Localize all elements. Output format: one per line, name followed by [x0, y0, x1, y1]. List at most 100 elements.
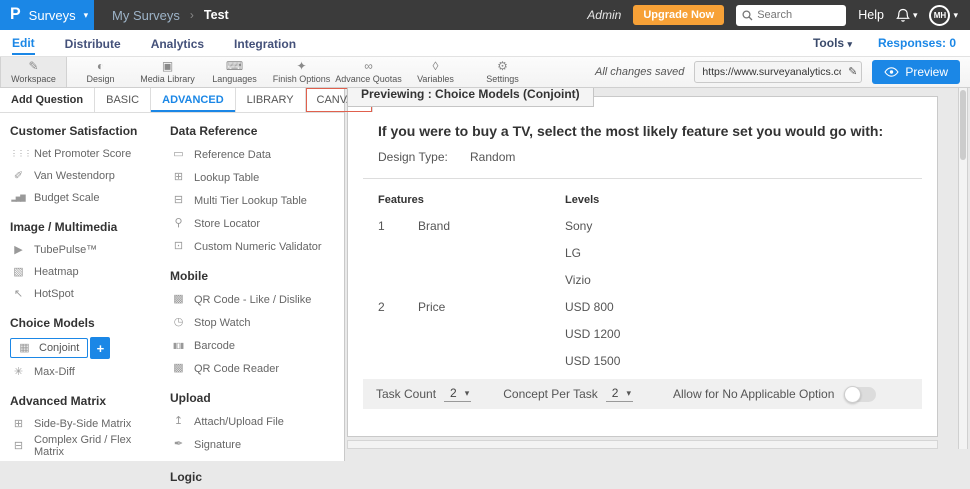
chevron-down-icon: ▾: [953, 11, 958, 20]
search-input[interactable]: [757, 9, 837, 21]
hotspot-icon: ↖: [10, 289, 26, 300]
reference-data-icon: ▭: [170, 149, 186, 160]
question-types-column-2: Data Reference ▭ Reference Data ⊞ Lookup…: [170, 113, 342, 489]
qr-like-dislike-icon: ▩: [170, 294, 186, 305]
item-net-promoter-score[interactable]: ⋮⋮⋮ Net Promoter Score: [10, 143, 160, 165]
level-value: USD 1200: [565, 327, 620, 341]
add-conjoint-button[interactable]: +: [90, 337, 110, 359]
no-applicable-option-toggle[interactable]: [844, 387, 876, 402]
item-attach-upload-file[interactable]: ↥ Attach/Upload File: [170, 410, 342, 433]
item-budget-scale[interactable]: ▂▅▇ Budget Scale: [10, 187, 160, 209]
search-box[interactable]: [736, 5, 846, 26]
toolbar-workspace-button[interactable]: ✎ Workspace: [0, 57, 67, 87]
multi-tier-lookup-icon: ⊟: [170, 195, 186, 206]
task-count-label: Task Count: [376, 387, 436, 401]
item-multi-tier-lookup-table[interactable]: ⊟ Multi Tier Lookup Table: [170, 189, 342, 212]
item-custom-numeric-validator[interactable]: ⊡ Custom Numeric Validator: [170, 235, 342, 258]
help-link[interactable]: Help: [858, 8, 884, 22]
survey-url-input[interactable]: [694, 61, 862, 83]
toolbar-advance-quotas-button[interactable]: ∞ Advance Quotas: [335, 57, 402, 87]
notifications-menu[interactable]: ▾: [896, 8, 918, 23]
item-signature[interactable]: ✒ Signature: [170, 433, 342, 456]
item-store-locator[interactable]: ⚲ Store Locator: [170, 212, 342, 235]
tools-menu[interactable]: Tools ▾: [813, 36, 852, 50]
tab-integration[interactable]: Integration: [234, 32, 296, 54]
qr-reader-icon: ▩: [170, 363, 186, 374]
edit-toolbar: ✎ Workspace ◐ Design ▣ Media Library ⌨ L…: [0, 57, 970, 88]
top-bar: P Surveys ▾ My Surveys › Test Admin Upgr…: [0, 0, 970, 30]
account-menu[interactable]: MH ▾: [929, 5, 958, 26]
tab-basic[interactable]: BASIC: [95, 88, 151, 112]
upgrade-now-button[interactable]: Upgrade Now: [633, 5, 724, 25]
item-complex-grid[interactable]: ⊟ Complex Grid / Flex Matrix: [10, 435, 160, 457]
item-lookup-table[interactable]: ⊞ Lookup Table: [170, 166, 342, 189]
workspace-icon: ✎: [28, 60, 38, 73]
item-barcode[interactable]: ▮▯▮ Barcode: [170, 334, 342, 357]
item-qr-code-reader[interactable]: ▩ QR Code Reader: [170, 357, 342, 380]
section-upload: Upload: [170, 391, 342, 405]
responses-count[interactable]: Responses: 0: [878, 36, 956, 50]
breadcrumb-my-surveys[interactable]: My Surveys: [112, 8, 180, 23]
breadcrumb-separator-icon: ›: [190, 8, 194, 22]
languages-icon: ⌨: [226, 60, 243, 73]
toolbar-languages-button[interactable]: ⌨ Languages: [201, 57, 268, 87]
toolbar-settings-button[interactable]: ⚙ Settings: [469, 57, 536, 87]
stopwatch-icon: ◷: [170, 317, 186, 328]
item-heatmap[interactable]: ▧ Heatmap: [10, 261, 160, 283]
feature-name: Brand: [418, 219, 450, 233]
finish-options-icon: ✦: [296, 60, 306, 73]
item-hotspot[interactable]: ↖ HotSpot: [10, 283, 160, 305]
toolbar-variables-button[interactable]: ◊ Variables: [402, 57, 469, 87]
variables-icon: ◊: [433, 60, 439, 73]
eye-icon: [884, 67, 899, 77]
advance-quotas-icon: ∞: [364, 60, 373, 73]
survey-nav: Edit Distribute Analytics Integration To…: [0, 30, 970, 57]
section-logic: Logic: [170, 470, 342, 484]
section-advanced-matrix: Advanced Matrix: [10, 394, 160, 408]
design-icon: ◐: [97, 60, 104, 73]
feature-name: Price: [418, 300, 445, 314]
toolbar-media-library-button[interactable]: ▣ Media Library: [134, 57, 201, 87]
tab-advanced[interactable]: ADVANCED: [151, 88, 236, 112]
item-van-westendorp[interactable]: ✐ Van Westendorp: [10, 165, 160, 187]
add-question-label: Add Question: [0, 88, 95, 112]
chevron-down-icon: ▾: [465, 389, 470, 398]
item-qr-like-dislike[interactable]: ▩ QR Code - Like / Dislike: [170, 288, 342, 311]
levels-header: Levels: [565, 194, 599, 206]
item-reference-data[interactable]: ▭ Reference Data: [170, 143, 342, 166]
toolbar-design-button[interactable]: ◐ Design: [67, 57, 134, 87]
section-mobile: Mobile: [170, 269, 342, 283]
tab-library[interactable]: LIBRARY: [236, 88, 306, 112]
edit-url-icon[interactable]: ✎: [848, 65, 857, 78]
toolbar-finish-options-button[interactable]: ✦ Finish Options: [268, 57, 335, 87]
chevron-down-icon: ▾: [913, 11, 918, 20]
scrollbar-thumb[interactable]: [960, 90, 966, 160]
section-data-reference: Data Reference: [170, 124, 342, 138]
tab-distribute[interactable]: Distribute: [65, 32, 121, 54]
toggle-knob: [844, 386, 861, 403]
vertical-scrollbar[interactable]: [958, 88, 968, 449]
item-tubepulse[interactable]: ▶ TubePulse™: [10, 239, 160, 261]
horizontal-scrollbar[interactable]: [347, 440, 938, 449]
heatmap-icon: ▧: [10, 267, 26, 278]
question-text: If you were to buy a TV, select the most…: [378, 123, 913, 139]
concept-per-task-label: Concept Per Task: [503, 387, 598, 401]
add-question-panel: Add Question BASIC ADVANCED LIBRARY CANV…: [0, 88, 345, 461]
signature-icon: ✒: [170, 439, 186, 450]
no-applicable-option-label: Allow for No Applicable Option: [673, 387, 834, 401]
task-count-select[interactable]: 2 ▾: [444, 386, 471, 402]
item-stop-watch[interactable]: ◷ Stop Watch: [170, 311, 342, 334]
item-conjoint[interactable]: ▦ Conjoint: [10, 338, 88, 358]
brand-menu[interactable]: P Surveys ▾: [0, 0, 94, 30]
admin-label: Admin: [587, 8, 621, 22]
preview-button[interactable]: Preview: [872, 60, 960, 84]
chevron-down-icon: ▾: [84, 11, 89, 20]
conjoint-preview-card: If you were to buy a TV, select the most…: [347, 96, 938, 437]
item-side-by-side-matrix[interactable]: ⊞ Side-By-Side Matrix: [10, 413, 160, 435]
tab-analytics[interactable]: Analytics: [151, 32, 204, 54]
bell-icon: [896, 8, 910, 23]
item-max-diff[interactable]: ✳ Max-Diff: [10, 361, 160, 383]
tab-edit[interactable]: Edit: [12, 31, 35, 55]
nps-icon: ⋮⋮⋮: [10, 150, 26, 158]
concept-per-task-select[interactable]: 2 ▾: [606, 386, 633, 402]
